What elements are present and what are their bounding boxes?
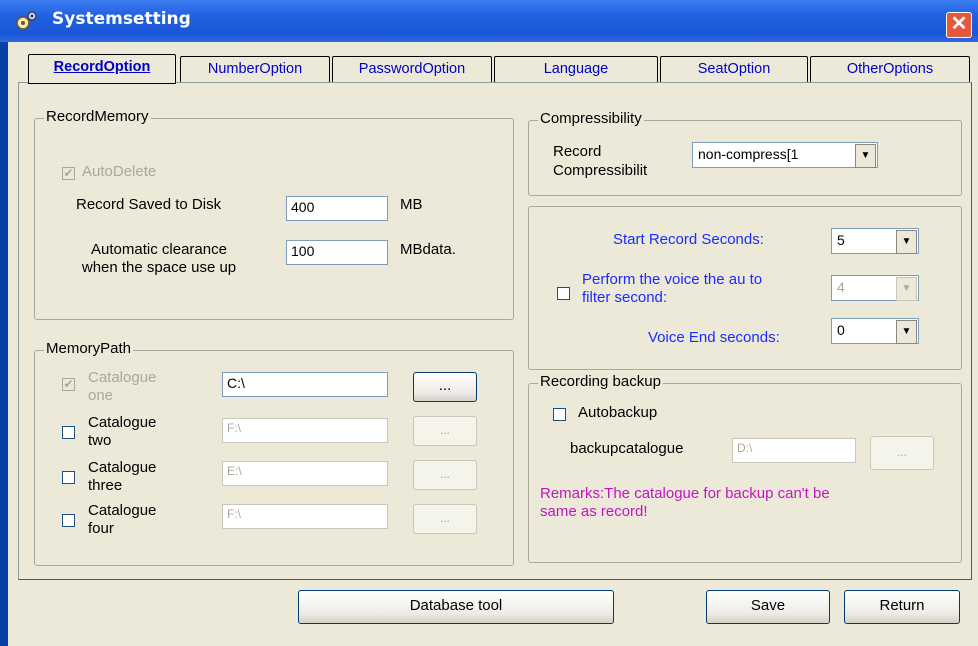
catalogue-four-checkbox[interactable]	[62, 514, 75, 527]
filter-second-value: 4	[837, 279, 845, 295]
catalogue-one-label-1: Catalogue	[88, 369, 157, 386]
compressibility-label-2: Compressibilit	[553, 162, 648, 179]
catalogue-two-input[interactable]: F:\	[222, 418, 388, 443]
catalogue-two-label-2: two	[88, 432, 112, 449]
record-memory-legend: RecordMemory	[44, 108, 151, 125]
backup-catalogue-label: backupcatalogue	[570, 440, 684, 457]
start-record-seconds-select[interactable]: 5 ▼	[831, 228, 919, 254]
chevron-down-icon[interactable]: ▼	[896, 277, 917, 301]
gear-icon	[14, 10, 38, 32]
catalogue-three-label-2: three	[88, 477, 123, 494]
return-button[interactable]: Return	[844, 590, 960, 624]
close-icon[interactable]: ✕	[946, 12, 972, 38]
backup-remark-line2: same as record!	[540, 503, 648, 520]
backup-remark-line1: Remarks:The catalogue for backup can't b…	[540, 485, 830, 502]
record-memory-group	[34, 118, 514, 320]
catalogue-one-browse-button[interactable]: ...	[413, 372, 477, 402]
clearance-label-line2: when the space use up	[81, 259, 237, 276]
catalogue-three-browse-button[interactable]: ...	[413, 460, 477, 490]
voice-end-seconds-value: 0	[837, 322, 845, 338]
chevron-down-icon[interactable]: ▼	[855, 144, 876, 168]
saved-to-disk-input[interactable]: 400	[286, 196, 388, 221]
catalogue-one-input[interactable]: C:\	[222, 372, 388, 397]
filter-second-label-1: Perform the voice the au to	[582, 271, 763, 288]
tab-otheroptions[interactable]: OtherOptions	[810, 56, 970, 82]
voice-end-seconds-select[interactable]: 0 ▼	[831, 318, 919, 344]
chevron-down-icon[interactable]: ▼	[896, 320, 917, 344]
backup-catalogue-browse-button[interactable]: ...	[870, 436, 934, 470]
backup-catalogue-input[interactable]: D:\	[732, 438, 856, 463]
start-record-seconds-label: Start Record Seconds:	[613, 231, 764, 248]
recording-backup-legend: Recording backup	[538, 373, 663, 390]
autobackup-label: Autobackup	[578, 404, 658, 421]
catalogue-one-label-2: one	[88, 387, 114, 404]
catalogue-two-checkbox[interactable]	[62, 426, 75, 439]
saved-to-disk-label: Record Saved to Disk	[76, 196, 222, 213]
catalogue-four-label-2: four	[88, 520, 114, 537]
compressibility-label-1: Record	[553, 143, 602, 160]
save-button[interactable]: Save	[706, 590, 830, 624]
tab-language[interactable]: Language	[494, 56, 658, 82]
filter-second-label-2: filter second:	[582, 289, 668, 306]
compressibility-value: non-compress[1	[698, 146, 799, 162]
window-frame	[0, 42, 8, 646]
tab-seatoption[interactable]: SeatOption	[660, 56, 808, 82]
catalogue-four-input[interactable]: F:\	[222, 504, 388, 529]
compressibility-legend: Compressibility	[538, 110, 644, 127]
start-record-seconds-value: 5	[837, 232, 845, 248]
catalogue-two-label-1: Catalogue	[88, 414, 157, 431]
compressibility-select[interactable]: non-compress[1 ▼	[692, 142, 878, 168]
chevron-down-icon[interactable]: ▼	[896, 230, 917, 254]
saved-to-disk-unit: MB	[400, 196, 423, 213]
database-tool-button[interactable]: Database tool	[298, 590, 614, 624]
filter-second-checkbox[interactable]	[557, 287, 570, 300]
catalogue-four-browse-button[interactable]: ...	[413, 504, 477, 534]
autodelete-label: AutoDelete	[82, 163, 157, 180]
catalogue-four-label-1: Catalogue	[88, 502, 157, 519]
clearance-label-line1: Automatic clearance	[91, 241, 227, 258]
catalogue-one-checkbox[interactable]: ✔	[62, 378, 75, 391]
memory-path-legend: MemoryPath	[44, 340, 134, 357]
catalogue-three-input[interactable]: E:\	[222, 461, 388, 486]
autodelete-checkbox[interactable]: ✔	[62, 167, 75, 180]
filter-second-select[interactable]: 4 ▼	[831, 275, 919, 301]
window-title: Systemsetting	[52, 9, 191, 29]
clearance-input[interactable]: 100	[286, 240, 388, 265]
catalogue-three-label-1: Catalogue	[88, 459, 157, 476]
autobackup-checkbox[interactable]	[553, 408, 566, 421]
voice-end-seconds-label: Voice End seconds:	[648, 329, 780, 346]
catalogue-two-browse-button[interactable]: ...	[413, 416, 477, 446]
tab-numberoption[interactable]: NumberOption	[180, 56, 330, 82]
catalogue-three-checkbox[interactable]	[62, 471, 75, 484]
clearance-unit: MBdata.	[400, 241, 456, 258]
tab-recordoption[interactable]: RecordOption	[28, 54, 176, 84]
tab-passwordoption[interactable]: PasswordOption	[332, 56, 492, 82]
